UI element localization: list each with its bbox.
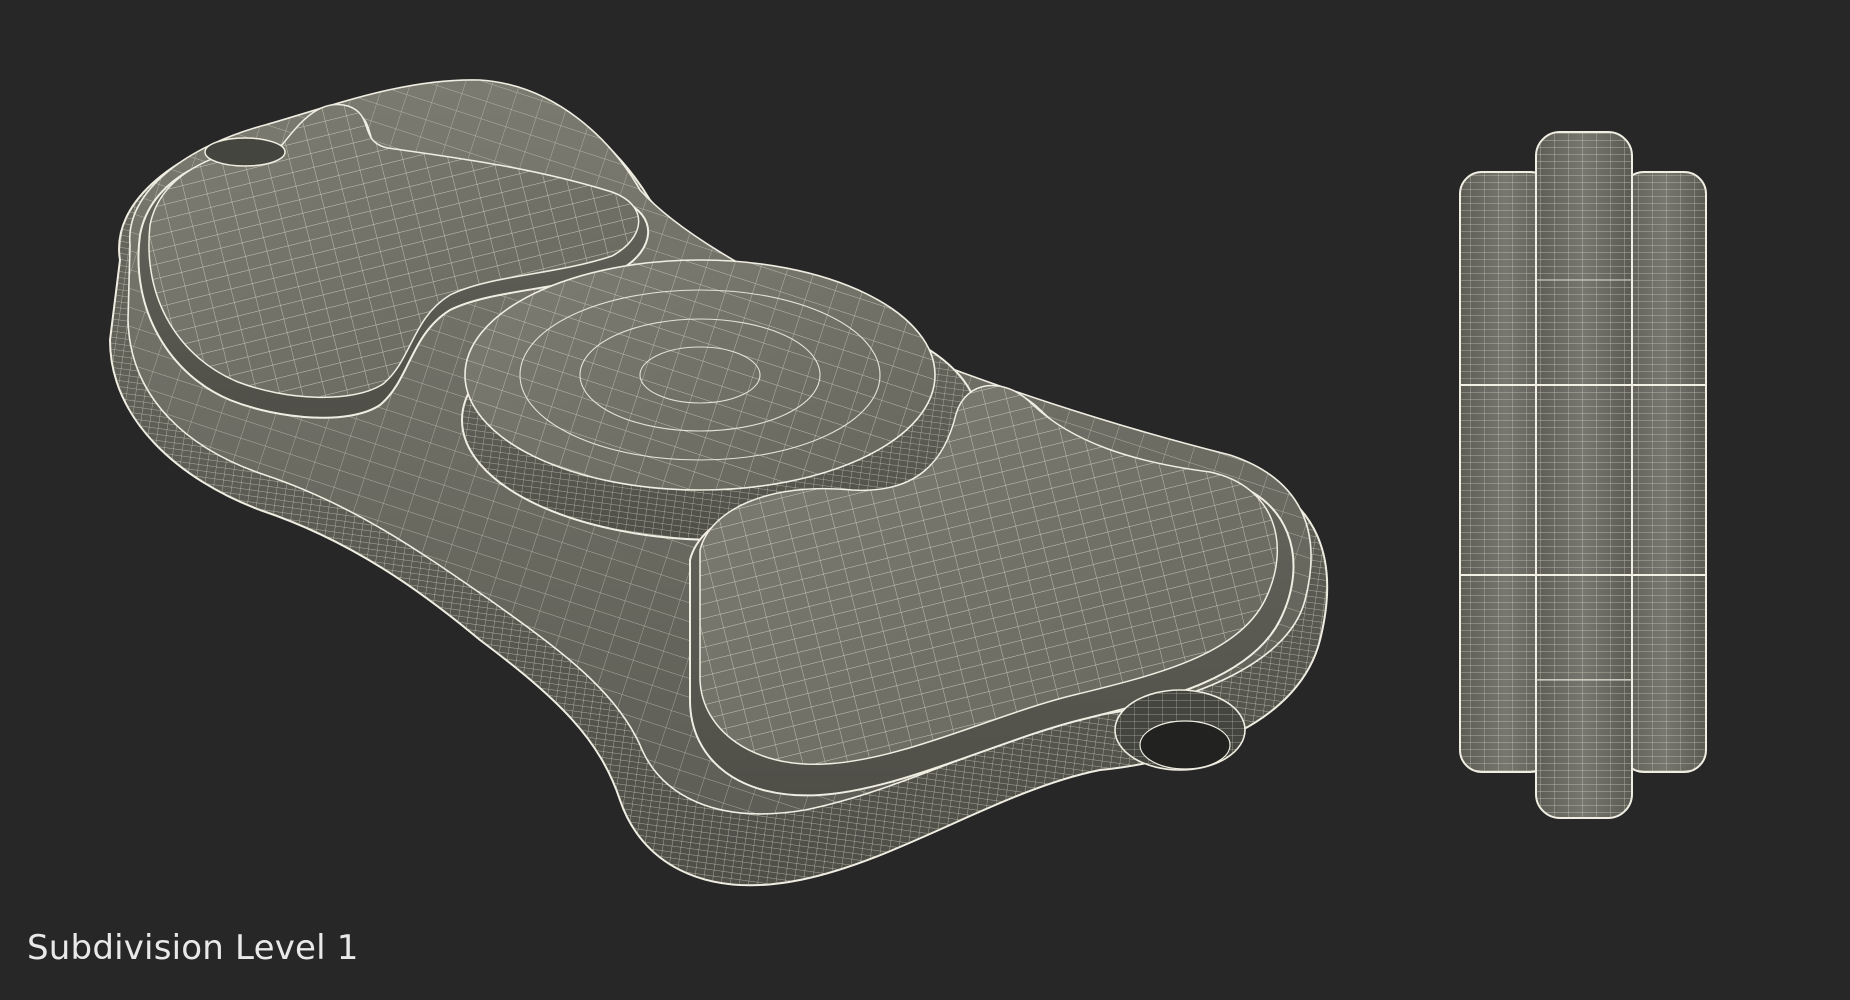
render-viewport: Subdivision Level 1: [0, 0, 1850, 1000]
wireframe-render: [108, 79, 1707, 887]
spinner-side-view: [1459, 131, 1707, 819]
subdivision-level-caption: Subdivision Level 1: [27, 928, 359, 968]
